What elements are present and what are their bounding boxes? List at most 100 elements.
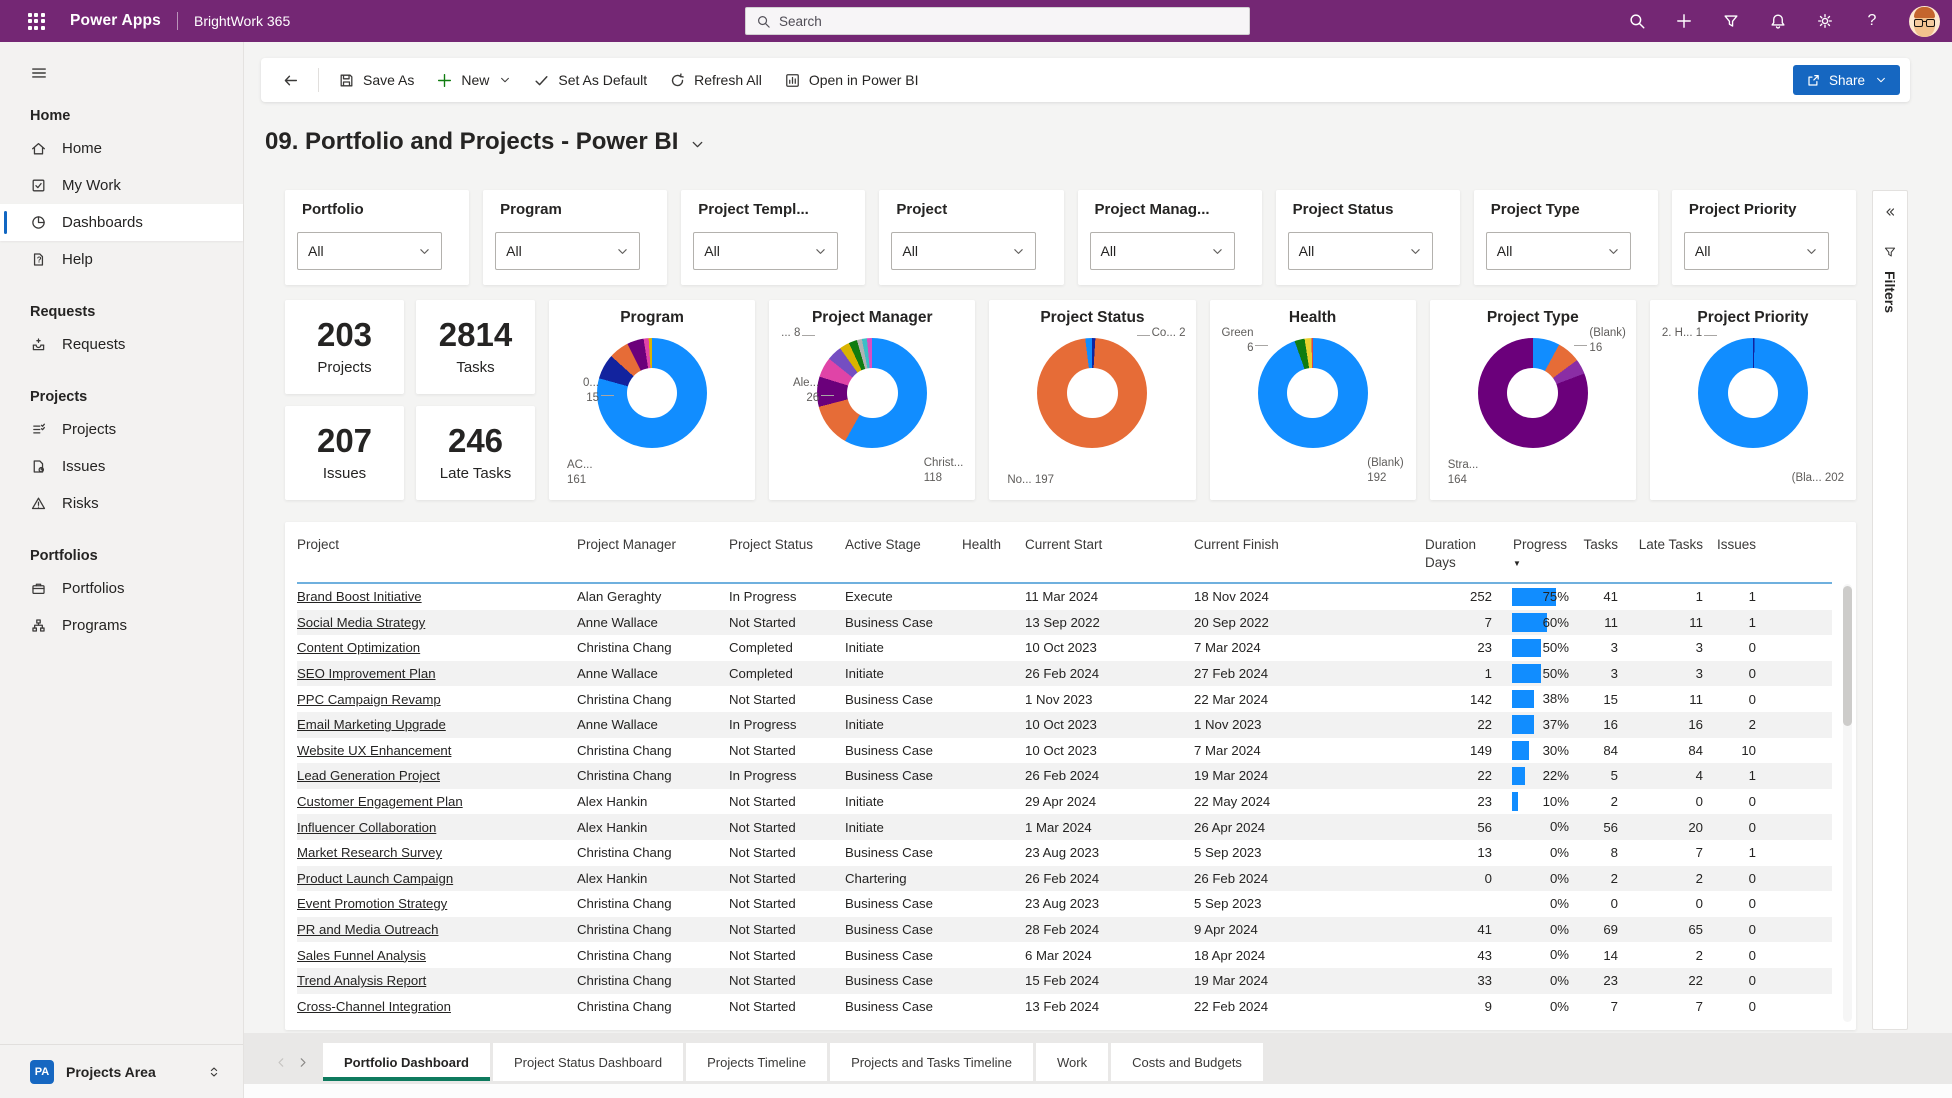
project-link[interactable]: Content Optimization: [297, 640, 420, 655]
sidebar-item-my-work[interactable]: My Work: [0, 167, 243, 204]
project-link[interactable]: Social Media Strategy: [297, 615, 425, 630]
project-link[interactable]: Brand Boost Initiative: [297, 589, 422, 604]
table-row[interactable]: Trend Analysis Report Christina Chang Not …: [297, 967, 1832, 994]
slicer-dropdown[interactable]: All: [1683, 232, 1829, 270]
set-as-default-button[interactable]: Set As Default: [522, 64, 658, 96]
add-icon[interactable]: [1674, 11, 1694, 31]
tab-projects-and-tasks-timeline[interactable]: Projects and Tasks Timeline: [830, 1043, 1033, 1081]
avatar[interactable]: [1909, 5, 1940, 37]
column-header-tasks[interactable]: Tasks: [1572, 536, 1624, 554]
project-link[interactable]: Website UX Enhancement: [297, 743, 451, 758]
sidebar-item-risks[interactable]: Risks: [0, 485, 243, 522]
column-header-issues[interactable]: Issues: [1709, 536, 1762, 554]
search-icon[interactable]: [1627, 11, 1647, 31]
column-header-current-finish[interactable]: Current Finish: [1194, 536, 1425, 554]
table-row[interactable]: Content Optimization Christina Chang Compl…: [297, 635, 1832, 661]
sidebar-item-portfolios[interactable]: Portfolios: [0, 570, 243, 607]
back-button[interactable]: [271, 64, 310, 96]
slicer-dropdown[interactable]: All: [495, 232, 641, 270]
tab-costs-and-budgets[interactable]: Costs and Budgets: [1111, 1043, 1263, 1081]
project-link[interactable]: PPC Campaign Revamp: [297, 692, 441, 707]
donut[interactable]: [817, 338, 928, 448]
slicer-dropdown[interactable]: All: [1089, 232, 1235, 270]
waffle-menu-icon[interactable]: [16, 0, 56, 42]
scrollbar-thumb[interactable]: [1843, 586, 1852, 726]
search-input[interactable]: Search: [745, 7, 1250, 35]
help-icon[interactable]: ?: [1862, 11, 1882, 31]
column-header-duration-days[interactable]: Duration Days: [1425, 536, 1498, 572]
notifications-icon[interactable]: [1768, 11, 1788, 31]
column-header-active-stage[interactable]: Active Stage: [845, 536, 962, 554]
table-row[interactable]: SEO Improvement Plan Anne Wallace Complete…: [297, 660, 1832, 687]
table-row[interactable]: Website UX Enhancement Christina Chang Not…: [297, 738, 1832, 764]
table-row[interactable]: Influencer Collaboration Alex Hankin Not S…: [297, 814, 1832, 840]
slicer-dropdown[interactable]: All: [297, 232, 442, 270]
project-link[interactable]: Market Research Survey: [297, 845, 442, 860]
environment-switcher[interactable]: PA Projects Area: [0, 1044, 243, 1098]
tab-project-status-dashboard[interactable]: Project Status Dashboard: [492, 1043, 684, 1081]
table-row[interactable]: PPC Campaign Revamp Christina Chang Not St…: [297, 686, 1832, 712]
tab-work[interactable]: Work: [1035, 1043, 1109, 1081]
donut[interactable]: [1257, 338, 1368, 448]
donut[interactable]: [1697, 338, 1808, 448]
table-scrollbar[interactable]: [1843, 584, 1852, 1022]
table-row[interactable]: Social Media Strategy Anne Wallace Not Sta…: [297, 609, 1832, 636]
slicer-dropdown[interactable]: All: [693, 232, 839, 270]
chevron-right-icon[interactable]: [296, 1056, 309, 1069]
sidebar-item-programs[interactable]: Programs: [0, 607, 243, 644]
hamburger-icon[interactable]: [30, 64, 48, 82]
project-link[interactable]: SEO Improvement Plan: [297, 666, 436, 681]
refresh-all-button[interactable]: Refresh All: [658, 64, 773, 96]
new-button[interactable]: New: [425, 64, 522, 96]
sidebar-item-home[interactable]: Home: [0, 130, 243, 167]
column-header-late-tasks[interactable]: Late Tasks: [1624, 536, 1709, 554]
column-header-current-start[interactable]: Current Start: [1025, 536, 1194, 554]
sidebar-item-help[interactable]: Help: [0, 241, 243, 278]
table-row[interactable]: Sales Funnel Analysis Christina Chang Not …: [297, 942, 1832, 968]
expand-pane-icon[interactable]: [1883, 205, 1897, 219]
table-row[interactable]: Event Promotion Strategy Christina Chang N…: [297, 891, 1832, 917]
donut[interactable]: [1477, 338, 1588, 448]
project-link[interactable]: Sales Funnel Analysis: [297, 948, 426, 963]
app-name[interactable]: Power Apps: [70, 12, 161, 30]
project-link[interactable]: Cross-Channel Integration: [297, 999, 451, 1014]
project-link[interactable]: PR and Media Outreach: [297, 922, 438, 937]
table-row[interactable]: Market Research Survey Christina Chang Not…: [297, 840, 1832, 866]
project-link[interactable]: Lead Generation Project: [297, 768, 440, 783]
sidebar-item-projects[interactable]: Projects: [0, 411, 243, 448]
sidebar-item-dashboards[interactable]: Dashboards: [0, 204, 243, 241]
column-header-project[interactable]: Project: [297, 536, 577, 554]
project-link[interactable]: Product Launch Campaign: [297, 871, 453, 886]
project-link[interactable]: Trend Analysis Report: [297, 973, 426, 988]
table-row[interactable]: Lead Generation Project Christina Chang In…: [297, 763, 1832, 789]
column-header-health[interactable]: Health: [962, 536, 1025, 554]
column-header-project-status[interactable]: Project Status: [729, 536, 845, 554]
donut[interactable]: [1037, 338, 1148, 448]
settings-icon[interactable]: [1815, 11, 1835, 31]
project-link[interactable]: Email Marketing Upgrade: [297, 717, 446, 732]
column-header-project-manager[interactable]: Project Manager: [577, 536, 729, 554]
sidebar-item-requests[interactable]: Requests: [0, 326, 243, 363]
share-button[interactable]: Share: [1792, 65, 1900, 95]
table-row[interactable]: Product Launch Campaign Alex Hankin Not St…: [297, 865, 1832, 892]
slicer-dropdown[interactable]: All: [1485, 232, 1631, 270]
environment-name[interactable]: BrightWork 365: [194, 13, 290, 29]
project-link[interactable]: Event Promotion Strategy: [297, 896, 447, 911]
column-header-progress[interactable]: Progress ▼: [1498, 536, 1572, 569]
project-link[interactable]: Influencer Collaboration: [297, 820, 436, 835]
table-row[interactable]: PR and Media Outreach Christina Chang Not …: [297, 916, 1832, 943]
donut[interactable]: [597, 338, 708, 448]
table-row[interactable]: Customer Engagement Plan Alex Hankin Not S…: [297, 789, 1832, 815]
sidebar-item-issues[interactable]: Issues: [0, 448, 243, 485]
table-row[interactable]: Email Marketing Upgrade Anne Wallace In Pr…: [297, 711, 1832, 738]
table-row[interactable]: Brand Boost Initiative Alan Geraghty In Pr…: [297, 584, 1832, 610]
table-row[interactable]: Cross-Channel Integration Christina Chang…: [297, 994, 1832, 1020]
filters-pane-collapsed[interactable]: Filters: [1872, 190, 1908, 1030]
save-as-button[interactable]: Save As: [327, 64, 425, 96]
chevron-left-icon[interactable]: [275, 1056, 288, 1069]
slicer-dropdown[interactable]: All: [891, 232, 1037, 270]
slicer-dropdown[interactable]: All: [1287, 232, 1433, 270]
chevron-down-icon[interactable]: [690, 137, 705, 152]
tab-projects-timeline[interactable]: Projects Timeline: [686, 1043, 828, 1081]
project-link[interactable]: Customer Engagement Plan: [297, 794, 463, 809]
